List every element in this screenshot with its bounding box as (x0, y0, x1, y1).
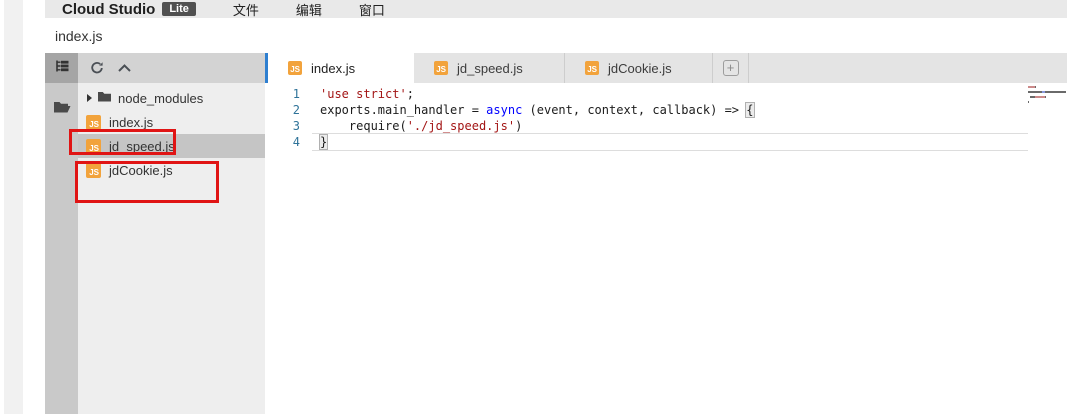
open-folder-button[interactable] (45, 94, 78, 124)
menu-bar: Cloud Studio Lite 文件 编辑 窗口 (45, 0, 1067, 18)
code-line-1[interactable]: 1 'use strict'; (265, 86, 1067, 102)
line-number: 1 (265, 86, 300, 102)
explorer-toolbar (78, 53, 265, 83)
explorer-tree-button[interactable] (45, 53, 78, 83)
list-tree-icon (54, 59, 70, 78)
tab-jd_speed.js[interactable]: JS jd_speed.js (414, 53, 564, 83)
plus-square-icon[interactable]: + (723, 60, 739, 76)
tree-item-label: index.js (109, 115, 153, 130)
collapsed-caret-icon[interactable] (87, 94, 92, 102)
minimap[interactable] (1028, 86, 1067, 106)
js-file-icon: JS (288, 61, 302, 75)
screenshot-root: { "app": { "brand": "Cloud Studio", "bad… (0, 0, 1067, 414)
tab-label: jd_speed.js (457, 61, 523, 76)
line-number: 2 (265, 102, 300, 118)
code-line-3[interactable]: 3 require('./jd_speed.js') (265, 118, 1067, 134)
menu-items: 文件 编辑 窗口 (196, 0, 385, 19)
app-logo: Cloud Studio (62, 1, 155, 18)
js-file-icon: JS (434, 61, 448, 75)
code-line-4[interactable]: 4} (265, 134, 1067, 150)
tab-index.js[interactable]: JS index.js (268, 53, 414, 83)
string-token: 'use strict' (320, 87, 407, 101)
main-region: node_modules JS index.js JS jd_speed.js JS jdC… (45, 53, 1067, 414)
code-text: exports.main_handler = async (event, con… (320, 102, 754, 118)
annotation-box-jd-speed (69, 129, 176, 155)
js-file-icon: JS (86, 115, 101, 130)
code-token: { (746, 103, 753, 117)
code-token: ) (515, 119, 522, 133)
code-token: ; (407, 87, 414, 101)
line-number: 4 (265, 134, 300, 150)
string-token: './jd_speed.js' (407, 119, 515, 133)
minimap-line (1028, 96, 1067, 98)
annotation-box-jdcookie (75, 161, 219, 203)
code-content: 1 'use strict'; 2 exports.main_handler = as… (265, 86, 1067, 150)
folder-icon (97, 90, 112, 106)
minimap-line (1028, 86, 1067, 88)
cloud-studio-window: Cloud Studio Lite 文件 编辑 窗口 index.js (45, 0, 1067, 414)
code-token: } (320, 135, 327, 149)
new-tab-zone: + (712, 53, 749, 83)
code-token: require( (320, 119, 407, 133)
open-folder-icon (53, 100, 71, 119)
code-text: } (320, 134, 327, 150)
title-bar: index.js (45, 18, 1067, 53)
js-file-icon: JS (585, 61, 599, 75)
tab-label: index.js (311, 61, 355, 76)
code-text: require('./jd_speed.js') (320, 118, 522, 134)
activity-rail (45, 53, 78, 414)
page-margin-strip (4, 0, 23, 414)
code-text: 'use strict'; (320, 86, 414, 102)
menu-窗口[interactable]: 窗口 (359, 0, 385, 19)
lite-badge: Lite (162, 2, 196, 16)
code-line-2[interactable]: 2 exports.main_handler = async (event, co… (265, 102, 1067, 118)
keyword-token: async (486, 103, 522, 117)
minimap-line (1028, 91, 1067, 93)
tab-jdCookie.js[interactable]: JS jdCookie.js (564, 53, 712, 83)
tree-item-label: node_modules (118, 91, 203, 106)
line-number: 3 (265, 118, 300, 134)
tab-label: jdCookie.js (608, 61, 672, 76)
code-token: (event, context, callback) => (522, 103, 746, 117)
tab-bar: JS index.js JS jd_speed.js JS jdCookie.js + (265, 53, 1067, 83)
menu-编辑[interactable]: 编辑 (296, 0, 322, 19)
code-token: exports.main_handler = (320, 103, 486, 117)
tree-item-node_modules[interactable]: node_modules (78, 86, 265, 110)
open-file-title: index.js (55, 28, 102, 44)
collapse-up-icon[interactable] (117, 63, 132, 73)
tabs: JS index.js JS jd_speed.js JS jdCookie.js (268, 53, 712, 83)
minimap-line (1028, 101, 1067, 103)
editor-area: JS index.js JS jd_speed.js JS jdCookie.js + 1… (265, 53, 1067, 414)
refresh-icon[interactable] (90, 61, 104, 75)
explorer-sidebar: node_modulesJSindex.jsJSjd_speed.jsJSjdC… (78, 53, 265, 414)
code-editor[interactable]: 1 'use strict'; 2 exports.main_handler = as… (265, 83, 1067, 414)
menu-文件[interactable]: 文件 (233, 0, 259, 19)
